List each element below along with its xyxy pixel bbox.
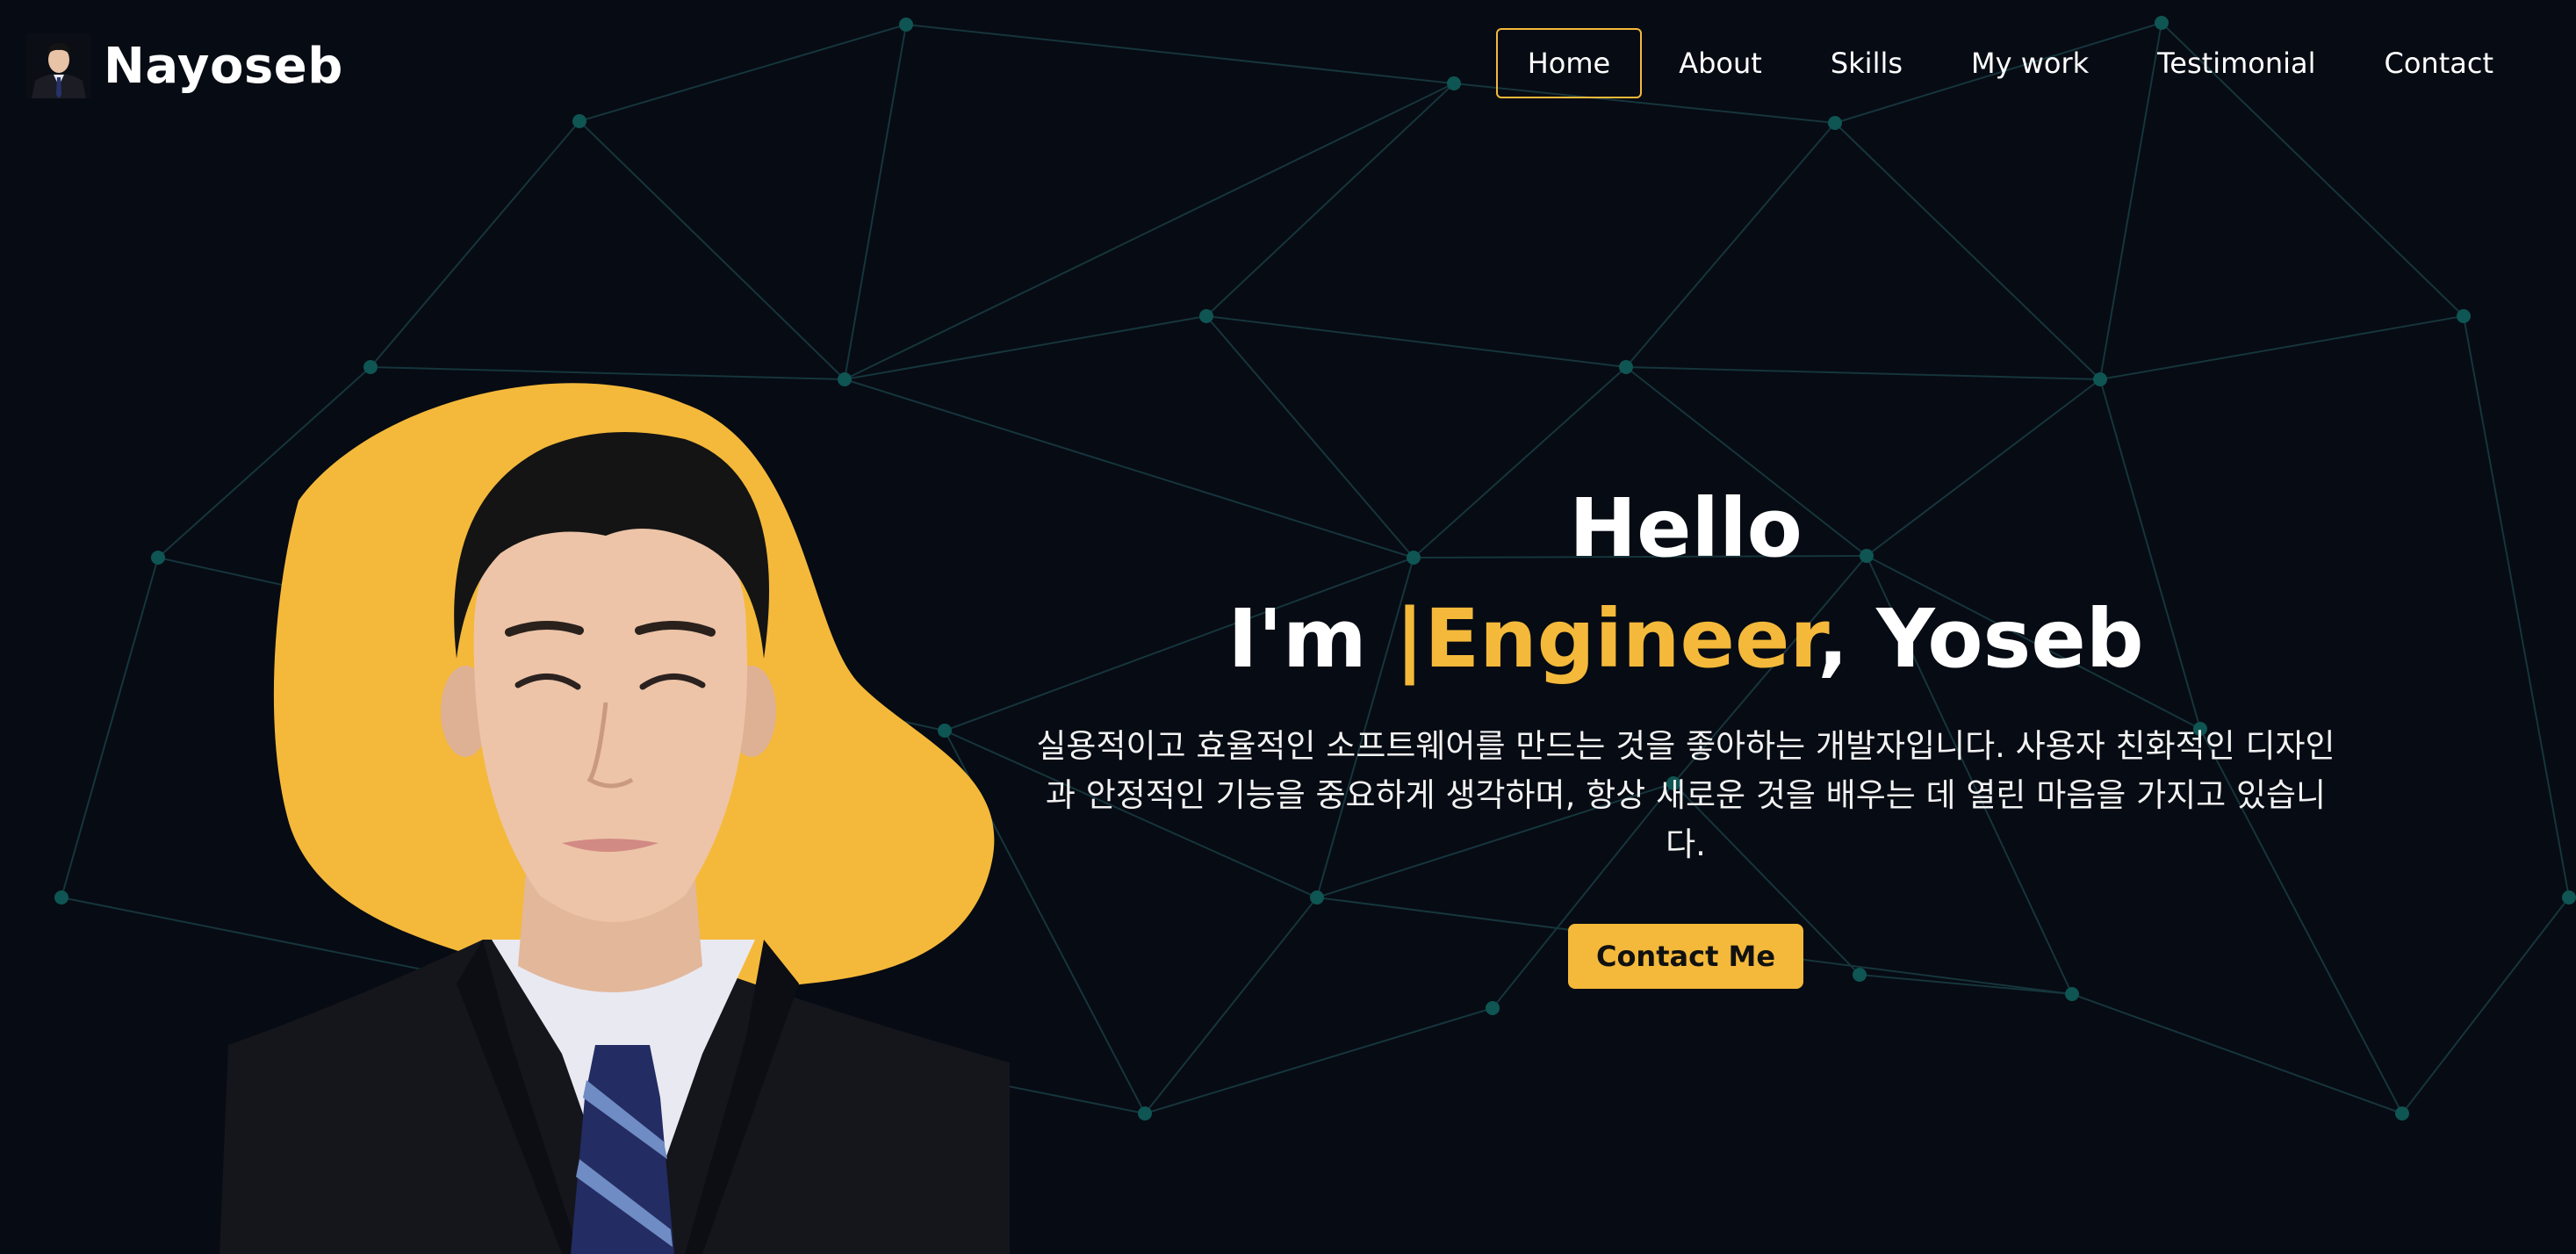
network-node (1619, 360, 1633, 374)
hero-intro-suffix: , Yoseb (1817, 592, 2144, 686)
network-line (579, 120, 845, 380)
network-line (1625, 366, 2101, 380)
network-node (2395, 1106, 2409, 1121)
nav-item-contact[interactable]: Contact (2353, 28, 2526, 98)
hero-text: Hello I'm |Engineer, Yoseb 실용적이고 효율적인 소프… (1018, 474, 2353, 989)
contact-me-button[interactable]: Contact Me (1567, 924, 1804, 989)
nav-item-testimonial[interactable]: Testimonial (2126, 28, 2347, 98)
network-line (2099, 315, 2464, 380)
network-node (1486, 1001, 1500, 1015)
nav-item-my-work[interactable]: My work (1939, 28, 2120, 98)
brand-name: Nayoseb (104, 37, 343, 95)
network-line (1834, 122, 2101, 380)
network-node (151, 551, 165, 565)
network-line (370, 120, 580, 368)
network-node (2562, 890, 2576, 904)
network-line (1144, 1007, 1493, 1114)
network-node (2065, 987, 2079, 1001)
hero-intro-prefix: I'm (1227, 592, 1395, 686)
nav-item-skills[interactable]: Skills (1799, 28, 1934, 98)
brand[interactable]: Nayoseb (26, 33, 343, 98)
network-line (1625, 122, 1836, 368)
hero-intro: I'm |Engineer, Yoseb (1018, 583, 2353, 695)
navbar: Nayoseb Home About Skills My work Testim… (0, 0, 2576, 123)
network-line (61, 557, 159, 898)
network-line (2071, 993, 2403, 1114)
nav-item-home[interactable]: Home (1495, 28, 1643, 98)
nav-menu: Home About Skills My work Testimonial Co… (1491, 28, 2525, 98)
network-node (1138, 1106, 1152, 1121)
hero-description: 실용적이고 효율적인 소프트웨어를 만드는 것을 좋아하는 개발자입니다. 사용… (1036, 727, 2335, 863)
profile-portrait-image (219, 383, 1010, 1254)
network-node (54, 890, 68, 904)
network-node (2093, 372, 2107, 386)
network-line (2401, 897, 2570, 1114)
hero-role-typed: |Engineer (1394, 592, 1818, 686)
network-node (1199, 309, 1213, 323)
network-line (2463, 315, 2570, 898)
hero-greeting: Hello (1569, 481, 1802, 575)
network-node (2457, 309, 2471, 323)
network-line (1205, 315, 1627, 368)
nav-item-about[interactable]: About (1647, 28, 1794, 98)
profile-avatar-icon (26, 33, 91, 98)
